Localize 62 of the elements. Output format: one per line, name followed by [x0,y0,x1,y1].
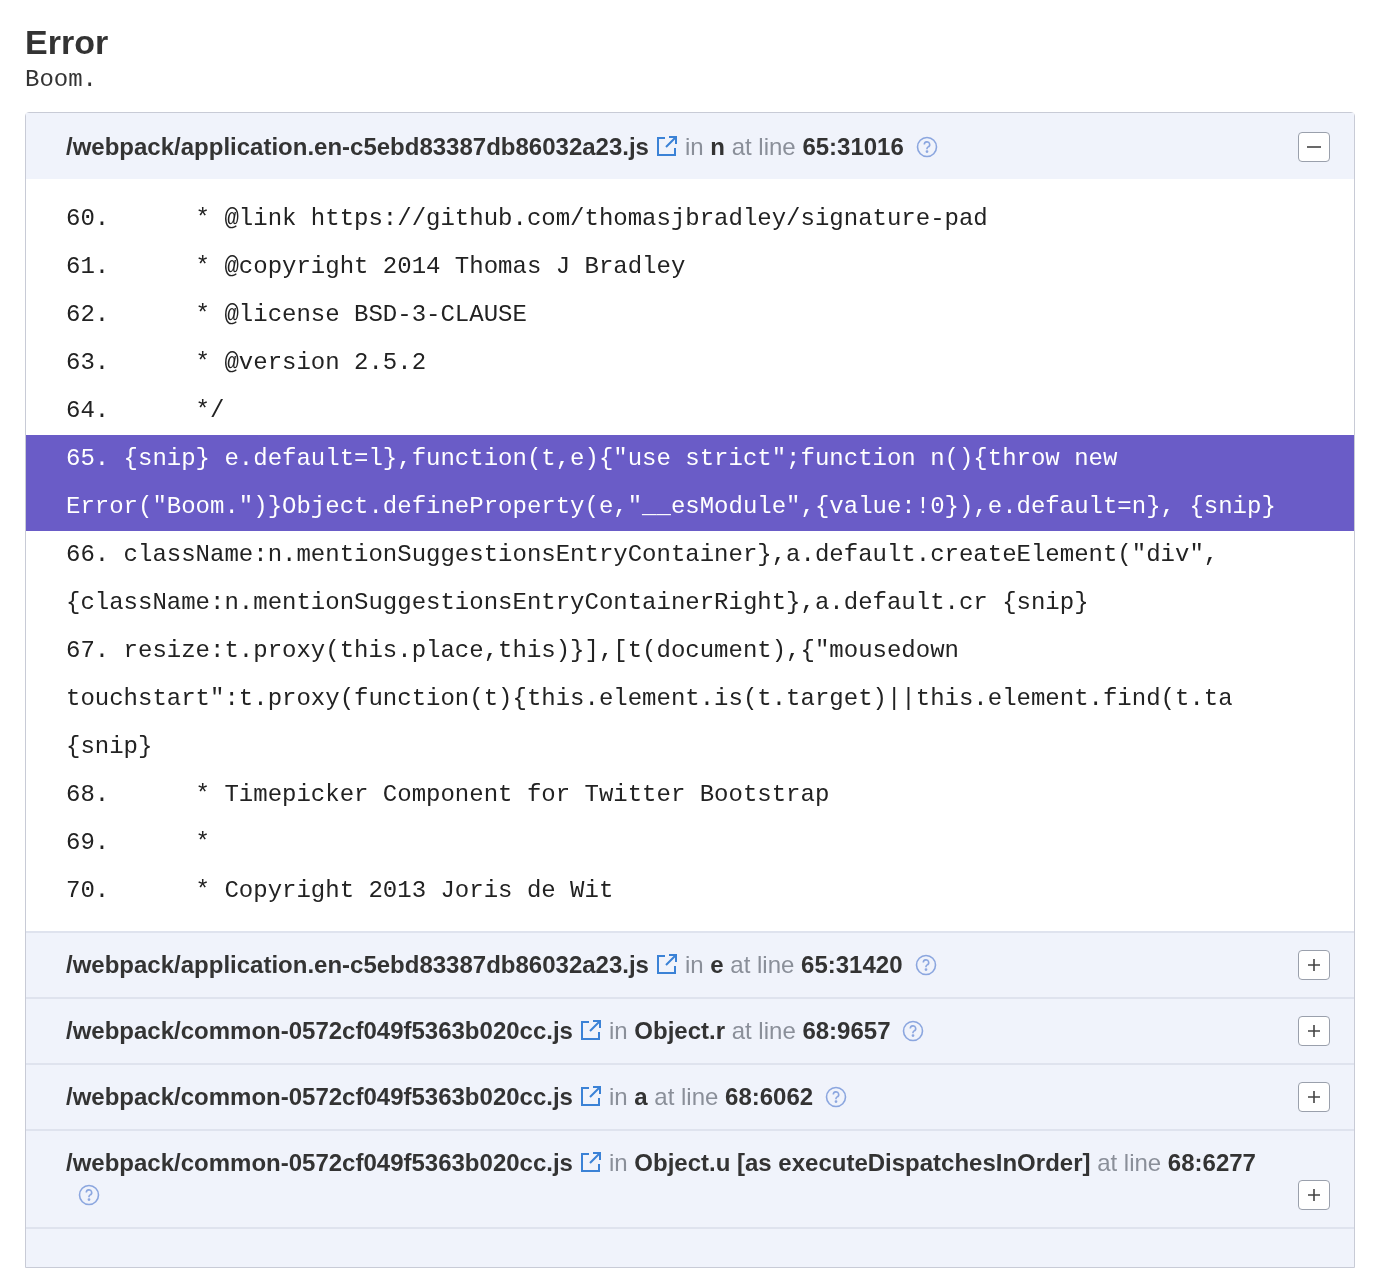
code-line: 63. * @version 2.5.2 [65,348,428,378]
error-title: Error [25,22,110,63]
line-location: 65:31016 [802,133,904,160]
at-line-label: at line [731,1017,796,1044]
at-line-label: at line [1097,1149,1162,1176]
external-link-icon[interactable] [578,1018,603,1042]
plus-icon [1306,957,1322,973]
code-line: 62. * @license BSD-3-CLAUSE [65,300,528,330]
line-location: 68:6062 [725,1083,814,1110]
external-link-icon[interactable] [654,952,679,976]
help-icon[interactable] [914,954,937,976]
file-path[interactable]: /webpack/common-0572cf049f5363b020cc.js [66,1083,573,1110]
file-path[interactable]: /webpack/application.en-c5ebd83387db86032a23.js [66,133,649,160]
function-name: Object.u [as executeDispatchesInOrder] [634,1149,1091,1176]
plus-icon [1306,1089,1322,1105]
frame-header[interactable]: /webpack/application.en-c5ebd83387db86032a23.js in n at line 65:31016 [26,113,1354,179]
function-name: Object.r [634,1017,725,1044]
frame-header[interactable]: /webpack/common-0572cf049f5363b020cc.js in Object.u [as executeDispatchesInOrder] at line 68:6277 [26,1129,1354,1227]
in-label: in [608,1149,628,1176]
in-label: in [684,951,704,978]
code-line: 61. * @copyright 2014 Thomas J Bradley [65,252,687,282]
help-icon[interactable] [902,1020,925,1042]
at-line-label: at line [730,951,795,978]
code-line: 66. className:n.mentionSuggestionsEntryContainer},a.default.createElement("div", {className:n.mentionSuggestionsEntryContainerRight},a.default.cr {snip} [65,540,1220,618]
function-name: n [710,133,725,160]
code-line: 68. * Timepicker Component for Twitter Bootstrap [65,780,831,810]
code-line: 64. */ [65,396,226,426]
line-location: 68:6277 [1167,1149,1256,1176]
line-location: 65:31420 [801,951,903,978]
collapse-button[interactable] [1298,132,1330,162]
expand-button[interactable] [1298,1082,1330,1112]
function-name: a [634,1083,648,1110]
help-icon[interactable] [78,1184,100,1206]
help-icon[interactable] [825,1086,848,1108]
file-path[interactable]: /webpack/common-0572cf049f5363b020cc.js [66,1017,573,1044]
code-line: 67. resize:t.proxy(this.place,this)}],[t(document),{"mousedown touchstart":t.proxy(function(t){this.element.is(t.target)||this.element.find(t.ta {snip} [65,636,1234,762]
minus-icon [1307,146,1321,148]
external-link-icon[interactable] [654,134,679,158]
in-label: in [684,133,704,160]
frame-header[interactable]: /webpack/application.en-c5ebd83387db86032a23.js in e at line 65:31420 [26,931,1354,997]
frame-header[interactable]: /webpack/common-0572cf049f5363b020cc.js in Object.r at line 68:9657 [26,997,1354,1063]
in-label: in [608,1083,628,1110]
file-path[interactable]: /webpack/application.en-c5ebd83387db86032a23.js [66,951,649,978]
function-name: e [710,951,724,978]
file-path[interactable]: /webpack/common-0572cf049f5363b020cc.js [66,1149,573,1176]
at-line-label: at line [654,1083,719,1110]
plus-icon [1306,1187,1322,1203]
expand-button[interactable] [1298,1180,1330,1210]
frame-header[interactable]: /webpack/common-0572cf049f5363b020cc.js in a at line 68:6062 [26,1063,1354,1129]
in-label: in [608,1017,628,1044]
code-line: 69. * [65,828,212,858]
external-link-icon[interactable] [578,1150,603,1174]
code-line: 70. * Copyright 2013 Joris de Wit [65,876,615,906]
help-icon[interactable] [915,136,938,158]
line-location: 68:9657 [802,1017,891,1044]
external-link-icon[interactable] [578,1084,603,1108]
error-message: Boom. [25,65,98,95]
expand-button[interactable] [1298,1016,1330,1046]
code-line: 60. * @link https://github.com/thomasjbradley/signature-pad [65,204,989,234]
at-line-label: at line [731,133,796,160]
expand-button[interactable] [1298,950,1330,980]
plus-icon [1306,1023,1322,1039]
